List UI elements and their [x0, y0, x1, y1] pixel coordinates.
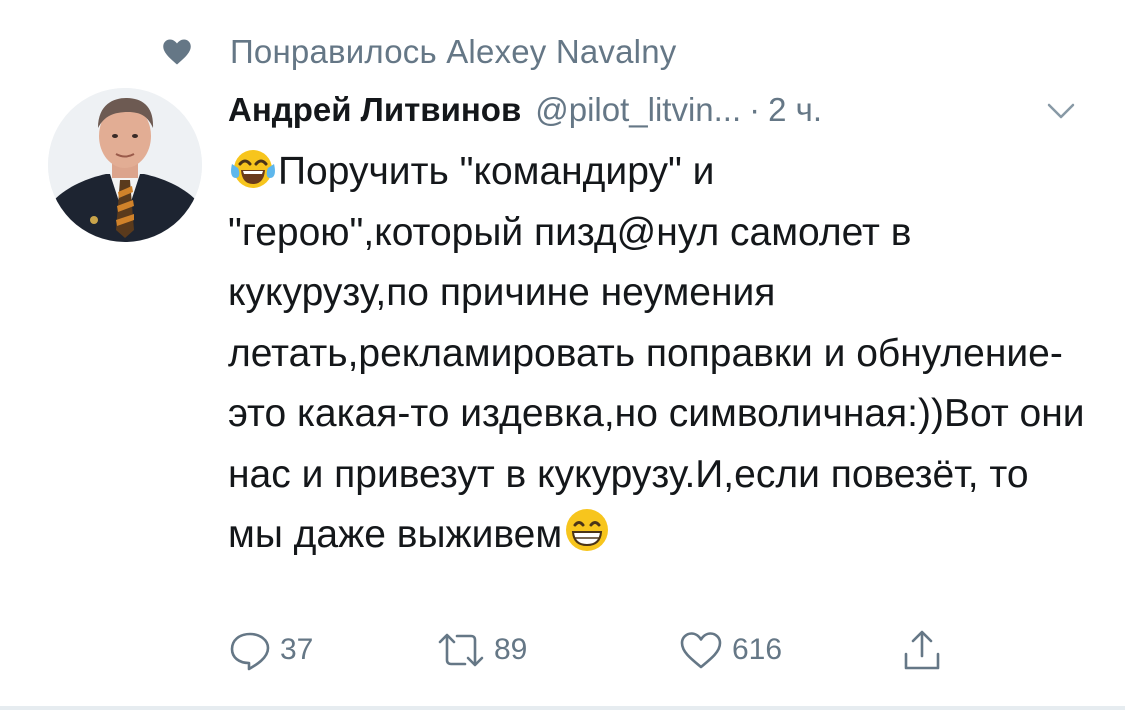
like-button[interactable]: 616	[678, 628, 782, 672]
social-context-text: Понравилось Alexey Navalny	[230, 33, 677, 70]
heart-filled-icon	[163, 39, 191, 65]
separator-dot: ·	[749, 91, 761, 128]
heart-outline-icon	[680, 632, 722, 669]
reply-count: 37	[280, 633, 314, 666]
social-context[interactable]: Понравилось Alexey Navalny	[162, 30, 676, 74]
reply-icon	[230, 632, 270, 671]
divider	[0, 706, 1125, 710]
retweet-icon	[438, 633, 484, 667]
author-handle[interactable]: @pilot_litvin...	[535, 91, 741, 129]
face-with-tears-of-joy-emoji	[231, 150, 275, 188]
avatar-photo	[48, 88, 202, 242]
chevron-down-icon[interactable]	[1046, 100, 1076, 122]
avatar[interactable]	[48, 88, 202, 242]
tweet-actions: 37 89 616	[226, 620, 986, 680]
reply-button[interactable]: 37	[228, 628, 313, 672]
like-count: 616	[732, 633, 783, 666]
retweet-count: 89	[494, 633, 528, 666]
tweet-header: Андрей Литвинов @pilot_litvin... · 2 ч.	[228, 84, 822, 136]
retweet-button[interactable]: 89	[436, 628, 527, 672]
grinning-face-with-smiling-eyes-emoji	[566, 509, 609, 551]
tweet-body: Поручить "командиру" и "герою",который п…	[228, 142, 1088, 566]
tweet-text-line1: Поручить "командиру" и	[278, 150, 715, 193]
tweet-timestamp[interactable]: 2 ч.	[768, 91, 822, 129]
author-name[interactable]: Андрей Литвинов	[228, 91, 521, 129]
tweet-text: "герою",который пизд@нул самолет в кукур…	[228, 210, 1096, 557]
share-button[interactable]	[902, 628, 942, 672]
share-icon	[904, 630, 940, 670]
